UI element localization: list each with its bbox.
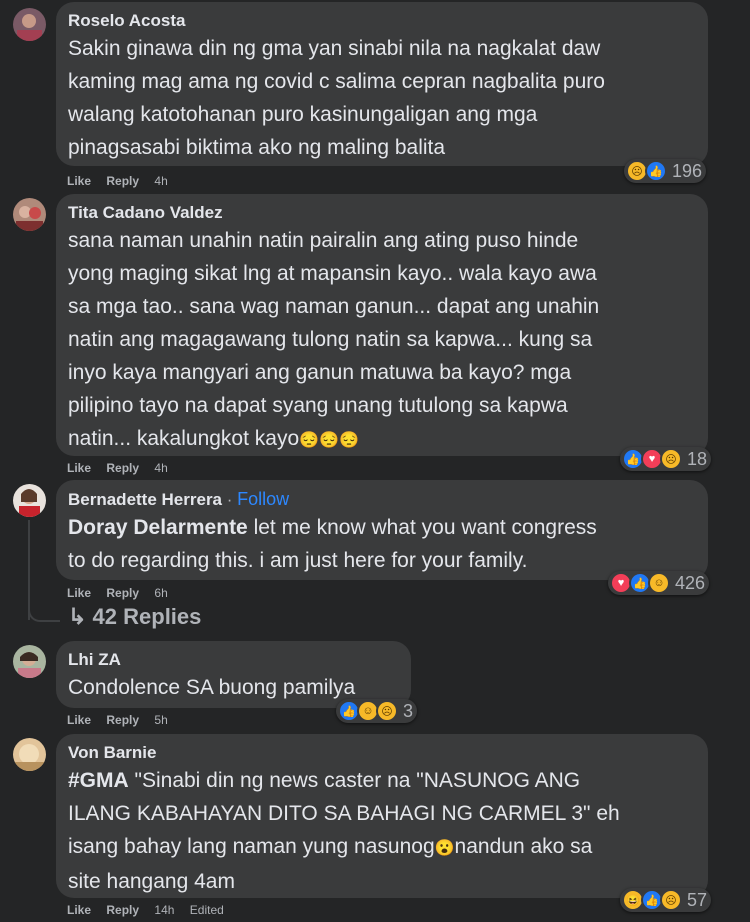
reactions-summary[interactable]: 👍 ♥ ☹ 18 [620, 447, 712, 471]
sad-reaction-icon: ☹ [660, 889, 682, 911]
comment-time[interactable]: 6h [154, 586, 167, 600]
avatar[interactable] [13, 738, 46, 771]
thread-curve [28, 600, 60, 622]
like-reaction-icon: 👍 [645, 160, 667, 182]
reaction-count: 57 [687, 889, 708, 910]
hashtag-link[interactable]: #GMA [68, 769, 129, 792]
reply-button[interactable]: Reply [106, 586, 139, 600]
comment-actions: Like Reply 4h [67, 461, 180, 475]
separator-dot: · [226, 490, 233, 509]
avatar[interactable] [13, 484, 46, 517]
comment-author-row: Bernadette Herrera · Follow [68, 488, 696, 511]
like-button[interactable]: Like [67, 713, 91, 727]
comment-actions: Like Reply 4h [67, 174, 180, 188]
reply-button[interactable]: Reply [106, 461, 139, 475]
mention-link[interactable]: Doray Delarmente [68, 516, 248, 539]
reaction-count: 3 [403, 700, 414, 721]
avatar[interactable] [13, 8, 46, 41]
comment-bubble: Roselo Acosta Sakin ginawa din ng gma ya… [56, 2, 708, 166]
sad-emoji-icon: 😔😔😔 [299, 432, 359, 449]
reactions-summary[interactable]: ☹ 👍 196 [624, 159, 707, 183]
comment-text: Sakin ginawa din ng gma yan sinabi nila … [68, 37, 605, 159]
comment-bubble: Lhi ZA Condolence SA buong pamilya [56, 641, 411, 708]
comment-text-body: sana naman unahin natin pairalin ang ati… [68, 229, 600, 450]
comment-time[interactable]: 14h [154, 903, 174, 917]
surprised-emoji-icon: 😮 [434, 840, 455, 857]
reactions-summary[interactable]: 😆 👍 ☹ 57 [620, 888, 712, 912]
comment-actions: Like Reply 5h [67, 713, 180, 727]
reply-button[interactable]: Reply [106, 174, 139, 188]
comment-author[interactable]: Lhi ZA [68, 649, 399, 671]
sad-reaction-icon: ☹ [376, 700, 398, 722]
reactions-summary[interactable]: 👍 ☺ ☹ 3 [336, 699, 418, 723]
like-button[interactable]: Like [67, 903, 91, 917]
comment-time[interactable]: 4h [154, 461, 167, 475]
sad-reaction-icon: ☹ [660, 448, 682, 470]
comment-actions: Like Reply 14h Edited [67, 903, 236, 917]
care-reaction-icon: ☺ [648, 572, 670, 594]
comment-bubble: Bernadette Herrera · Follow Doray Delarm… [56, 480, 708, 580]
view-replies-link[interactable]: ↳ 42 Replies [68, 604, 201, 630]
comment-time[interactable]: 5h [154, 713, 167, 727]
edited-label: Edited [189, 903, 224, 917]
reply-button[interactable]: Reply [106, 713, 139, 727]
avatar[interactable] [13, 645, 46, 678]
reaction-count: 18 [687, 448, 708, 469]
comment-author[interactable]: Roselo Acosta [68, 10, 696, 32]
avatar[interactable] [13, 198, 46, 231]
comment-author[interactable]: Bernadette Herrera [68, 490, 222, 509]
reaction-count: 426 [675, 572, 706, 593]
comment-time[interactable]: 4h [154, 174, 167, 188]
reaction-count: 196 [672, 160, 703, 181]
comment-text: Doray Delarmente let me know what you wa… [68, 511, 696, 577]
follow-button[interactable]: Follow [237, 489, 289, 509]
comment-bubble: Tita Cadano Valdez sana naman unahin nat… [56, 194, 708, 456]
like-button[interactable]: Like [67, 174, 91, 188]
like-button[interactable]: Like [67, 461, 91, 475]
reactions-summary[interactable]: ♥ 👍 ☺ 426 [608, 571, 710, 595]
like-button[interactable]: Like [67, 586, 91, 600]
comment-author[interactable]: Von Barnie [68, 742, 696, 764]
comment-bubble: Von Barnie #GMA "Sinabi din ng news cast… [56, 734, 708, 898]
comment-text: sana naman unahin natin pairalin ang ati… [68, 224, 696, 457]
comment-text: #GMA "Sinabi din ng news caster na "NASU… [68, 764, 696, 898]
comment-actions: Like Reply 6h [67, 586, 180, 600]
reply-button[interactable]: Reply [106, 903, 139, 917]
comment-author[interactable]: Tita Cadano Valdez [68, 202, 696, 224]
